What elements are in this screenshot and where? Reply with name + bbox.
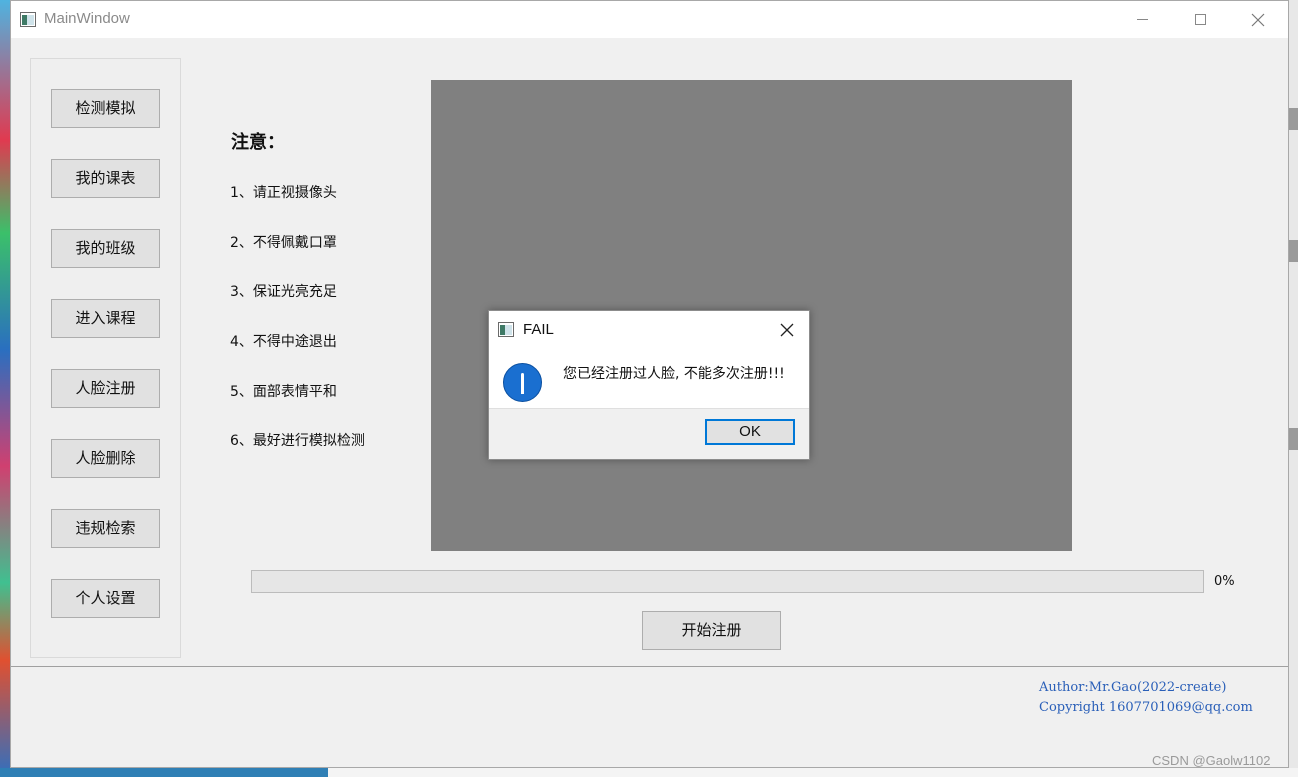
- close-window-button[interactable]: [1235, 1, 1281, 38]
- minimize-button[interactable]: [1119, 1, 1165, 38]
- sidebar-item-my-class[interactable]: 我的班级: [51, 229, 160, 268]
- note-item: 1、请正视摄像头: [230, 185, 337, 201]
- note-item: 4、不得中途退出: [230, 334, 337, 350]
- dialog-close-button[interactable]: [775, 319, 799, 341]
- minimize-icon: [1136, 19, 1148, 20]
- sidebar-item-personal-settings[interactable]: 个人设置: [51, 579, 160, 618]
- sidebar-item-violation-search[interactable]: 违规检索: [51, 509, 160, 548]
- footer-divider: [11, 666, 1288, 667]
- sidebar-item-face-delete[interactable]: 人脸删除: [51, 439, 160, 478]
- sidebar: 检测模拟 我的课表 我的班级 进入课程 人脸注册 人脸删除 违规检索 个人设置: [30, 58, 181, 658]
- sidebar-item-my-schedule[interactable]: 我的课表: [51, 159, 160, 198]
- desktop-background-left: [0, 0, 10, 777]
- note-item: 3、保证光亮充足: [230, 284, 337, 300]
- window-title: MainWindow: [44, 10, 130, 27]
- title-bar[interactable]: MainWindow: [11, 1, 1288, 38]
- close-icon: [1251, 13, 1265, 26]
- info-icon: [503, 363, 542, 402]
- maximize-button[interactable]: [1177, 1, 1223, 38]
- notes-title: 注意：: [231, 132, 285, 153]
- dialog-message: 您已经注册过人脸, 不能多次注册!!!: [563, 366, 785, 382]
- close-icon: [780, 323, 794, 337]
- author-credit: Author:Mr.Gao(2022-create): [1039, 680, 1227, 695]
- watermark: CSDN @Gaolw1102: [1152, 753, 1271, 768]
- desktop-background-window-strip: [1289, 108, 1298, 130]
- note-item: 5、面部表情平和: [230, 384, 337, 400]
- start-register-button[interactable]: 开始注册: [642, 611, 781, 650]
- ok-button[interactable]: OK: [705, 419, 795, 445]
- maximize-icon: [1194, 14, 1206, 25]
- copyright-credit: Copyright 1607701069@qq.com: [1039, 700, 1253, 715]
- desktop-background-window-strip: [328, 768, 1298, 777]
- registration-progress-bar: [251, 570, 1204, 593]
- sidebar-item-face-register[interactable]: 人脸注册: [51, 369, 160, 408]
- desktop-background-window-strip: [1289, 428, 1298, 450]
- sidebar-item-detection-simulation[interactable]: 检测模拟: [51, 89, 160, 128]
- desktop-background-window-strip: [1289, 240, 1298, 262]
- note-item: 6、最好进行模拟检测: [230, 433, 365, 449]
- dialog-title: FAIL: [523, 321, 554, 338]
- dialog-window-icon: [498, 322, 514, 337]
- note-item: 2、不得佩戴口罩: [230, 235, 337, 251]
- sidebar-item-enter-course[interactable]: 进入课程: [51, 299, 160, 338]
- progress-percent: 0%: [1214, 574, 1235, 589]
- app-window-icon: [20, 12, 36, 27]
- fail-dialog: FAIL 您已经注册过人脸, 不能多次注册!!! OK: [488, 310, 810, 460]
- dialog-button-bar: OK: [489, 408, 809, 459]
